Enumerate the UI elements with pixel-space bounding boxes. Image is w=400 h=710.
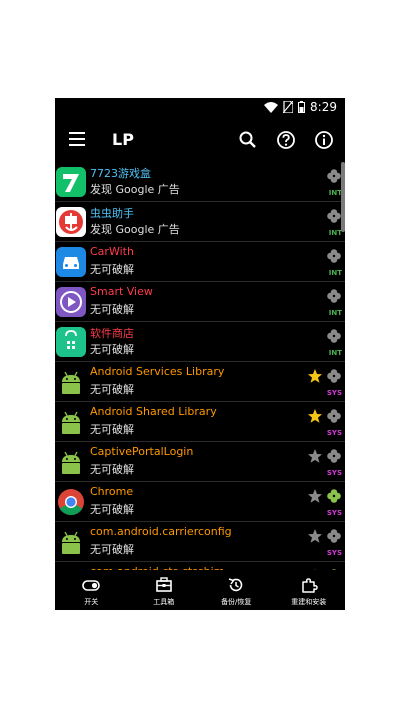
chrome-icon (56, 487, 86, 517)
app-list-item[interactable]: Android Shared Library 无可破解 SYS (55, 402, 345, 442)
clover-icon[interactable] (326, 448, 342, 464)
clover-icon[interactable] (326, 368, 342, 384)
app-status: 无可破解 (90, 543, 134, 556)
wifi-icon (264, 101, 278, 113)
android-icon (56, 367, 86, 397)
app-type-tag: INT (328, 229, 342, 237)
app-list-item[interactable]: Android Services Library 无可破解 SYS (55, 362, 345, 402)
app-name: CaptivePortalLogin (90, 445, 194, 458)
app-list-item[interactable]: 软件商店无可破解 INT (55, 322, 345, 362)
app-status: 发现 Google 广告 (90, 223, 180, 236)
no-sim-icon (283, 101, 293, 113)
app-name: CarWith (90, 245, 134, 258)
app-name: com.android.carrierconfig (90, 525, 232, 538)
search-icon[interactable] (237, 129, 259, 151)
chongchong-icon (56, 207, 86, 237)
nav-backup-restore[interactable]: 备份/恢复 (200, 570, 273, 610)
app-name: Android Shared Library (90, 405, 217, 418)
list-scrollbar[interactable] (341, 162, 345, 232)
app-type-tag: SYS (326, 509, 342, 517)
app-list-item[interactable]: Chrome 无可破解 SYS (55, 482, 345, 522)
app-type-tag: INT (328, 189, 342, 197)
star-icon[interactable] (307, 368, 323, 384)
clover-icon[interactable] (326, 208, 342, 224)
nav-label-toggle: 开关 (84, 598, 99, 606)
nav-rebuild-install[interactable]: 重建和安装 (273, 570, 346, 610)
app-list-item[interactable]: 虫虫助手发现 Google 广告 INT (55, 202, 345, 242)
android-icon (56, 407, 86, 437)
app-list-item[interactable]: 7723游戏盒发现 Google 广告 INT (55, 162, 345, 202)
app-list-item[interactable]: Smart View 无可破解 INT (55, 282, 345, 322)
nav-label-rebuild: 重建和安装 (291, 598, 327, 606)
store-icon (56, 327, 86, 357)
app-type-tag: INT (328, 269, 342, 277)
clover-icon[interactable] (326, 168, 342, 184)
bottom-navigation: 开关 工具箱 备份/恢复 重建和安装 (55, 570, 345, 610)
seven-icon (56, 167, 86, 197)
toggle-icon (82, 580, 101, 591)
app-type-tag: SYS (326, 429, 342, 437)
app-type-tag: SYS (326, 389, 342, 397)
app-list-item[interactable]: com.android.carrierconfig 无可破解 SYS (55, 522, 345, 562)
status-bar: 8:29 (55, 98, 345, 118)
battery-icon (298, 101, 305, 113)
android-icon (56, 527, 86, 557)
app-list-item[interactable]: CarWith 无可破解 INT (55, 242, 345, 282)
clover-icon[interactable] (326, 488, 342, 504)
app-list-item[interactable]: CaptivePortalLogin 无可破解 SYS (55, 442, 345, 482)
clover-icon[interactable] (326, 288, 342, 304)
play-icon (56, 287, 86, 317)
clover-icon[interactable] (326, 328, 342, 344)
app-toolbar: LP (55, 118, 345, 162)
app-status: 发现 Google 广告 (90, 183, 180, 196)
star-icon[interactable] (307, 408, 323, 424)
app-name: 7723游戏盒 (90, 167, 151, 180)
app-name: Smart View (90, 285, 153, 298)
clover-icon[interactable] (326, 528, 342, 544)
app-status: 无可破解 (90, 463, 134, 476)
nav-toggle[interactable]: 开关 (55, 570, 128, 610)
app-status: 无可破解 (90, 303, 134, 316)
car-icon (56, 247, 86, 277)
info-icon[interactable] (313, 129, 335, 151)
menu-icon[interactable] (69, 132, 85, 146)
restore-icon (229, 578, 243, 592)
puzzle-icon (302, 578, 318, 593)
phone-screen: 8:29 LP 7723游戏盒 发现 Google 广告 INT 虫虫助手 发现 Goo… (55, 98, 345, 610)
status-time: 8:29 (310, 100, 337, 114)
app-status: 无可破解 (90, 383, 134, 396)
app-type-tag: SYS (326, 549, 342, 557)
android-icon (56, 447, 86, 477)
help-icon[interactable] (275, 129, 297, 151)
app-list-item[interactable]: com.android.cts.ctsshim (55, 562, 345, 570)
app-type-tag: INT (328, 309, 342, 317)
app-name: 虫虫助手 (90, 207, 134, 220)
app-name: Chrome (90, 485, 134, 498)
app-status: 无可破解 (90, 343, 134, 356)
nav-label-toolbox: 工具箱 (153, 598, 175, 606)
clover-icon[interactable] (326, 408, 342, 424)
app-status: 无可破解 (90, 503, 134, 516)
star-icon[interactable] (307, 528, 323, 544)
nav-toolbox[interactable]: 工具箱 (128, 570, 201, 610)
app-list: 7723游戏盒 发现 Google 广告 INT 虫虫助手 发现 Google 广告 IN… (55, 162, 345, 570)
app-type-tag: INT (328, 349, 342, 357)
toolbox-icon (155, 577, 172, 592)
app-name: 软件商店 (90, 327, 134, 340)
star-icon[interactable] (307, 488, 323, 504)
nav-label-backup: 备份/恢复 (221, 598, 252, 606)
app-status: 无可破解 (90, 263, 134, 276)
page-title: LP (112, 130, 134, 149)
app-status: 无可破解 (90, 423, 134, 436)
clover-icon[interactable] (326, 248, 342, 264)
star-icon[interactable] (307, 448, 323, 464)
app-type-tag: SYS (326, 469, 342, 477)
app-name: Android Services Library (90, 365, 225, 378)
